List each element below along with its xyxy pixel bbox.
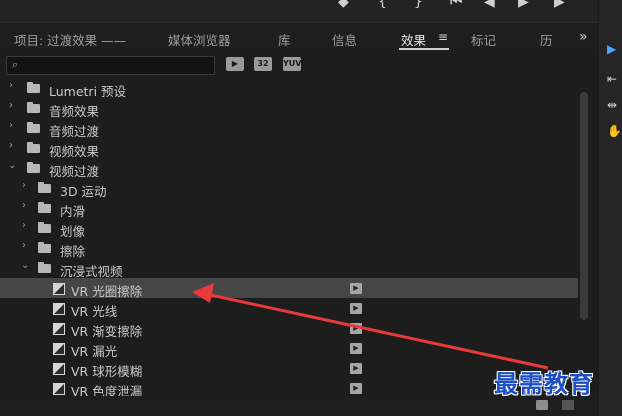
watermark-logo: 最需教育 — [494, 369, 594, 398]
annotation-arrow — [192, 283, 549, 370]
arrow-head — [192, 283, 214, 303]
arrow-shaft — [205, 292, 549, 370]
